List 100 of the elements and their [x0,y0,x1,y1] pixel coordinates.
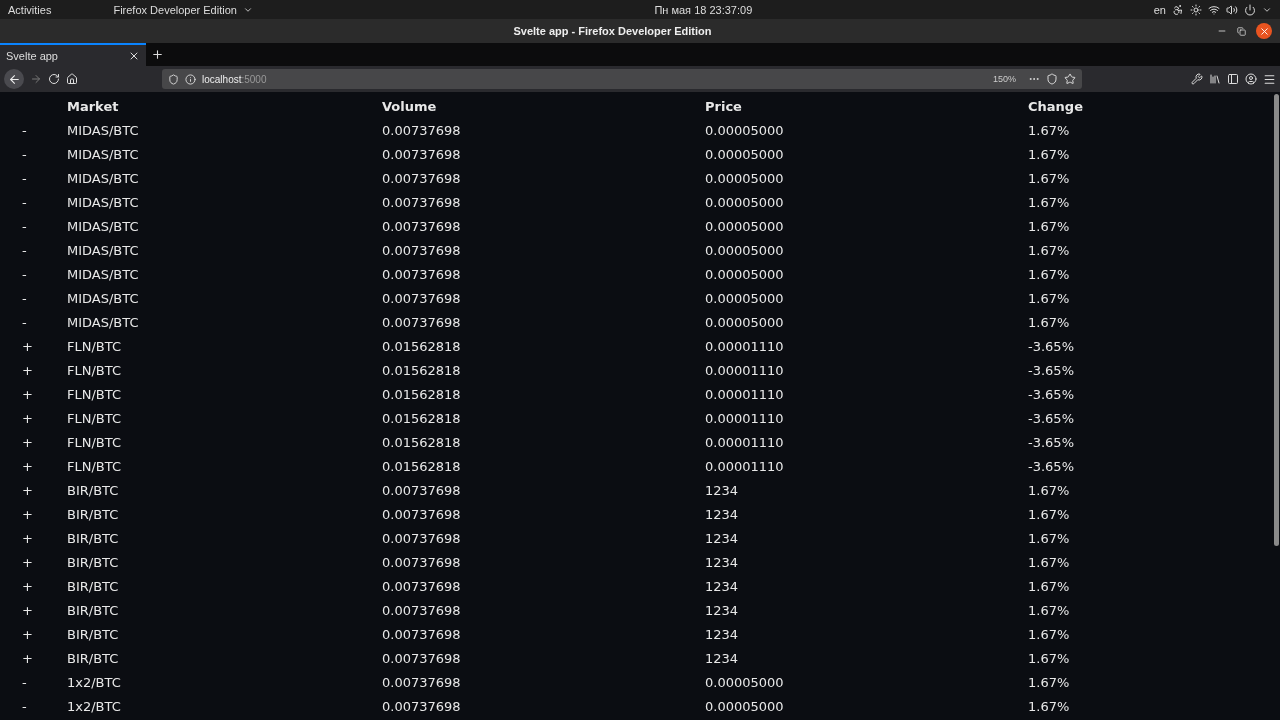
expand-toggle[interactable]: - [22,242,27,258]
expand-toggle[interactable]: - [22,146,27,162]
expand-toggle[interactable]: - [22,122,27,138]
market-cell: FLN/BTC [67,434,121,450]
change-cell: 1.67% [1028,602,1070,618]
app-menu[interactable]: Firefox Developer Edition [113,3,237,16]
close-icon [1258,25,1270,37]
expand-toggle[interactable]: + [22,338,33,354]
expand-toggle[interactable]: + [22,362,33,378]
home-icon[interactable] [66,73,78,85]
price-cell: 1234 [705,530,739,546]
expand-toggle[interactable]: + [22,626,33,642]
price-cell: 1234 [705,650,739,666]
volume-cell: 0.00737698 [382,482,461,498]
price-cell: 0.00001110 [705,386,784,402]
info-icon[interactable] [185,73,196,85]
change-cell: 1.67% [1028,194,1070,210]
market-cell: MIDAS/BTC [67,122,139,138]
price-cell: 1234 [705,554,739,570]
market-cell: BIR/BTC [67,578,119,594]
price-cell: 0.00001110 [705,362,784,378]
back-arrow-icon [7,72,21,86]
column-header: Change [1028,98,1083,114]
keyboard-layout[interactable]: en [1153,3,1166,16]
change-cell: 1.67% [1028,674,1070,690]
activities-button[interactable]: Activities [8,3,52,16]
price-cell: 0.00005000 [705,698,784,714]
expand-toggle[interactable]: + [22,434,33,450]
scrollbar-thumb[interactable] [1273,94,1279,546]
volume-cell: 0.00737698 [382,242,461,258]
clock[interactable]: Пн мая 18 23:37:09 [654,3,753,16]
volume-cell: 0.00737698 [382,578,461,594]
window-title: Svelte app - Firefox Developer Edition [513,25,712,37]
accessibility-icon[interactable] [1172,3,1184,16]
expand-toggle[interactable]: + [22,386,33,402]
price-cell: 0.00001110 [705,458,784,474]
expand-toggle[interactable]: - [22,674,27,690]
wifi-icon[interactable] [1208,3,1220,16]
close-button[interactable] [1256,23,1272,39]
market-cell: MIDAS/BTC [67,218,139,234]
market-cell: BIR/BTC [67,530,119,546]
expand-toggle[interactable]: + [22,410,33,426]
expand-toggle[interactable]: - [22,698,27,714]
power-icon[interactable] [1244,3,1256,16]
market-cell: BIR/BTC [67,506,119,522]
back-button[interactable] [4,69,24,89]
url-text: localhost:5000 [202,73,267,85]
library-icon[interactable] [1209,73,1221,85]
market-cell: 1x2/BTC [67,698,121,714]
expand-toggle[interactable]: + [22,482,33,498]
account-icon[interactable] [1245,73,1257,85]
expand-toggle[interactable]: - [22,194,27,210]
brightness-icon[interactable] [1190,3,1202,16]
price-cell: 1234 [705,482,739,498]
price-cell: 0.00005000 [705,242,784,258]
menu-icon[interactable] [1263,72,1276,86]
expand-toggle[interactable]: - [22,314,27,330]
change-cell: -3.65% [1028,458,1074,474]
expand-toggle[interactable]: + [22,554,33,570]
expand-toggle[interactable]: + [22,530,33,546]
address-bar[interactable]: localhost:5000 150% [162,69,1082,89]
expand-toggle[interactable]: - [22,290,27,306]
expand-toggle[interactable]: + [22,602,33,618]
change-cell: -3.65% [1028,386,1074,402]
expand-toggle[interactable]: - [22,170,27,186]
wrench-icon[interactable] [1191,73,1203,85]
market-cell: BIR/BTC [67,554,119,570]
expand-toggle[interactable]: - [22,218,27,234]
restore-icon[interactable] [1237,26,1246,36]
volume-cell: 0.00737698 [382,506,461,522]
price-cell: 0.00005000 [705,266,784,282]
volume-cell: 0.00737698 [382,674,461,690]
expand-toggle[interactable]: + [22,650,33,666]
market-cell: MIDAS/BTC [67,194,139,210]
expand-toggle[interactable]: + [22,458,33,474]
expand-toggle[interactable]: - [22,266,27,282]
volume-cell: 0.00737698 [382,602,461,618]
plus-icon [151,48,164,61]
volume-cell: 0.00737698 [382,290,461,306]
zoom-level[interactable]: 150% [986,73,1022,85]
volume-icon[interactable] [1226,3,1238,16]
price-cell: 0.00001110 [705,338,784,354]
shield-icon[interactable] [168,73,179,85]
volume-cell: 0.00737698 [382,122,461,138]
change-cell: 1.67% [1028,290,1070,306]
star-icon[interactable] [1064,73,1076,85]
price-cell: 1234 [705,506,739,522]
expand-toggle[interactable]: + [22,506,33,522]
price-cell: 0.00005000 [705,314,784,330]
change-cell: 1.67% [1028,242,1070,258]
market-cell: FLN/BTC [67,386,121,402]
change-cell: -3.65% [1028,338,1074,354]
market-cell: MIDAS/BTC [67,290,139,306]
change-cell: 1.67% [1028,578,1070,594]
market-cell: MIDAS/BTC [67,242,139,258]
expand-toggle[interactable]: + [22,578,33,594]
sidebar-icon[interactable] [1227,73,1239,85]
browser-tab[interactable]: Svelte app [0,43,146,66]
price-cell: 1234 [705,602,739,618]
reload-icon[interactable] [48,73,60,85]
